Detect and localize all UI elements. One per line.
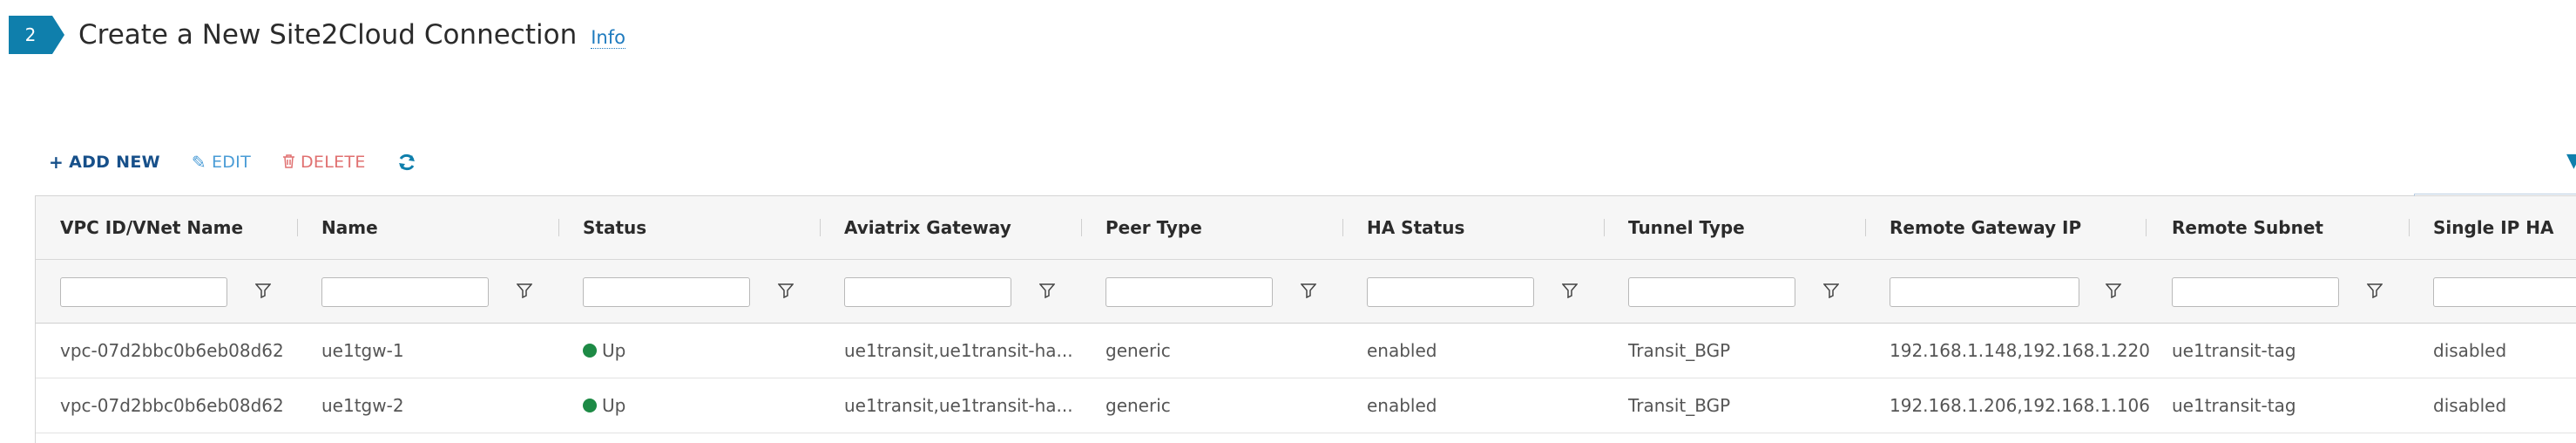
cell-ha-status: enabled [1367,340,1437,361]
cell-aviatrix-gateway: ue1transit,ue1transit-ha... [844,340,1073,361]
page-title: Create a New Site2Cloud Connection [78,19,578,51]
column-resize-handle[interactable] [558,219,559,236]
filter-icon[interactable] [516,283,533,302]
filter-icon[interactable]: ▼ [2566,150,2576,172]
step-header: 2 Create a New Site2Cloud Connection Inf… [9,16,625,54]
cell-ha-status: enabled [1367,395,1437,416]
toolbar: + ADD NEW ✎ EDIT DELETE [49,147,448,178]
delete-button[interactable]: DELETE [282,152,366,173]
cell-remote-subnet: ue1transit-tag [2172,395,2296,416]
cell-remote-gateway-ip: 192.168.1.148,192.168.1.220 [1890,340,2150,361]
column-resize-handle[interactable] [1081,219,1082,236]
filter-input[interactable] [1628,277,1795,307]
filter-input[interactable] [1367,277,1534,307]
filter-icon[interactable] [1561,283,1579,302]
cell-tunnel-type: Transit_BGP [1628,395,1731,416]
cell-remote-subnet: ue1transit-tag [2172,340,2296,361]
column-resize-handle[interactable] [2146,219,2147,236]
cell-single-ip-ha: disabled [2433,340,2507,361]
edit-label: EDIT [211,153,251,172]
cell-aviatrix-gateway: ue1transit,ue1transit-ha... [844,395,1073,416]
filter-icon[interactable] [1822,283,1840,302]
refresh-button[interactable] [397,153,416,172]
site2cloud-table: VPC ID/VNet Name Name Status Aviatrix Ga… [35,194,2576,443]
column-resize-handle[interactable] [297,219,298,236]
filter-input[interactable] [844,277,1011,307]
filter-icon[interactable] [2105,283,2122,302]
info-link[interactable]: Info [591,27,625,49]
filter-input[interactable] [2172,277,2339,307]
table-header-row: VPC ID/VNet Name Name Status Aviatrix Ga… [36,196,2576,260]
edit-button[interactable]: ✎ EDIT [192,152,251,173]
column-header[interactable]: Status [583,196,646,259]
column-header[interactable]: Tunnel Type [1628,196,1745,259]
cell-vpc-id: vpc-07d2bbc0b6eb08d62 [60,340,284,361]
pencil-icon: ✎ [191,152,206,173]
column-resize-handle[interactable] [1342,219,1343,236]
trash-icon [282,152,295,173]
filter-row [36,260,2576,324]
filter-input[interactable] [1890,277,2079,307]
column-header[interactable]: Peer Type [1105,196,1202,259]
column-resize-handle[interactable] [1604,219,1605,236]
cell-peer-type: generic [1105,340,1171,361]
cell-status: Up [583,378,625,433]
filter-icon[interactable] [254,283,272,302]
column-header[interactable]: HA Status [1367,196,1464,259]
filter-icon[interactable] [1300,283,1317,302]
column-header[interactable]: Remote Subnet [2172,196,2323,259]
table-row[interactable]: vpc-07d2bbc0b6eb08d62 ue1tgw-2 Up ue1tra… [36,378,2576,433]
filter-input[interactable] [2433,277,2576,307]
cell-status: Up [583,324,625,378]
plus-icon: + [49,152,64,173]
cell-tunnel-type: Transit_BGP [1628,340,1731,361]
filter-input[interactable] [583,277,750,307]
status-text: Up [602,340,626,361]
status-text: Up [602,395,626,416]
filter-input[interactable] [321,277,489,307]
filter-icon[interactable] [2366,283,2383,302]
filter-input[interactable] [60,277,227,307]
column-header[interactable]: Name [321,196,378,259]
cell-name: ue1tgw-2 [321,395,404,416]
refresh-icon [397,153,416,172]
cell-remote-gateway-ip: 192.168.1.206,192.168.1.106 [1890,395,2150,416]
column-resize-handle[interactable] [1865,219,1866,236]
column-header[interactable]: Aviatrix Gateway [844,196,1011,259]
column-header[interactable]: Remote Gateway IP [1890,196,2081,259]
cell-single-ip-ha: disabled [2433,395,2507,416]
filter-icon[interactable] [1038,283,1056,302]
cell-peer-type: generic [1105,395,1171,416]
filter-input[interactable] [1105,277,1273,307]
status-up-icon [583,399,597,412]
column-resize-handle[interactable] [2409,219,2410,236]
table-row[interactable]: vpc-07d2bbc0b6eb08d62 ue1tgw-1 Up ue1tra… [36,324,2576,378]
add-new-button[interactable]: + ADD NEW [49,152,160,173]
filter-icon[interactable] [777,283,794,302]
column-header[interactable]: VPC ID/VNet Name [60,196,243,259]
add-new-label: ADD NEW [69,153,160,172]
cell-name: ue1tgw-1 [321,340,404,361]
delete-label: DELETE [300,153,366,172]
step-number-badge: 2 [9,16,64,54]
column-resize-handle[interactable] [820,219,821,236]
status-up-icon [583,344,597,358]
cell-vpc-id: vpc-07d2bbc0b6eb08d62 [60,395,284,416]
column-header[interactable]: Single IP HA [2433,196,2553,259]
